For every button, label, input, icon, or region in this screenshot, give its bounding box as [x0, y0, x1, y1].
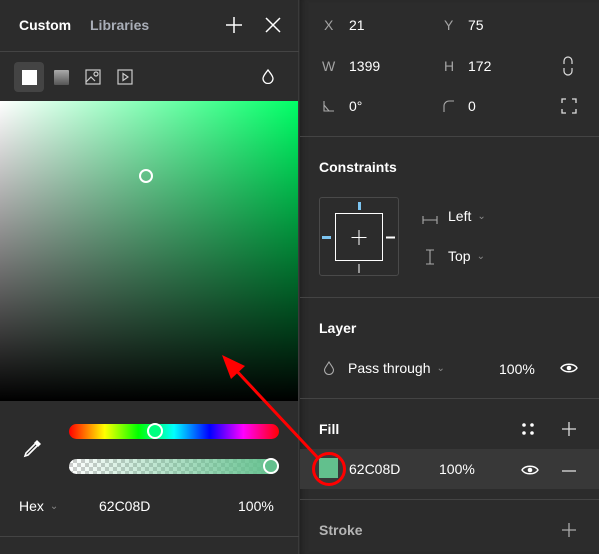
corner-radius-input[interactable]: 0 [468, 98, 476, 114]
fill-color-swatch[interactable] [319, 458, 338, 478]
saturation-brightness-area[interactable] [0, 101, 298, 401]
constraints-widget[interactable] [319, 197, 399, 276]
constraint-left-marker [322, 236, 331, 239]
fill-hex-input[interactable]: 62C08D [349, 461, 400, 477]
hex-input[interactable]: 62C08D [99, 498, 150, 514]
video-paint-icon [117, 69, 133, 85]
eyedropper-icon[interactable] [22, 437, 44, 462]
blend-mode-icon [323, 360, 335, 378]
opacity-input[interactable]: 100% [238, 498, 274, 514]
horizontal-constraint-value: Left [448, 208, 472, 224]
rotation-icon [323, 99, 335, 115]
constraint-bottom-marker [358, 264, 360, 273]
chevron-down-icon: ⌄ [477, 210, 486, 222]
constraints-title: Constraints [319, 159, 397, 175]
chevron-down-icon: ⌄ [476, 250, 485, 262]
add-fill-icon[interactable] [561, 421, 577, 440]
h-label: H [444, 58, 455, 74]
x-label: X [324, 17, 334, 33]
tab-custom[interactable]: Custom [19, 17, 71, 33]
eye-icon[interactable] [560, 361, 578, 377]
y-label: Y [444, 17, 454, 33]
h-input[interactable]: 172 [468, 58, 491, 74]
constraint-right-marker [386, 236, 395, 239]
opacity-slider-handle[interactable] [263, 458, 279, 474]
image-paint-icon [85, 69, 101, 85]
blend-drop-icon[interactable] [261, 68, 275, 87]
w-input[interactable]: 1399 [349, 58, 380, 74]
y-input[interactable]: 75 [468, 17, 484, 33]
divider [0, 51, 299, 52]
corner-radius-icon [443, 99, 455, 115]
fill-title: Fill [319, 421, 340, 437]
color-format-label: Hex [19, 498, 44, 514]
hue-slider-handle[interactable] [147, 423, 164, 439]
blend-mode-value: Pass through [348, 360, 431, 376]
plus-icon[interactable] [223, 14, 245, 36]
style-grid-icon[interactable] [521, 422, 535, 439]
w-label: W [322, 58, 336, 74]
layer-opacity-input[interactable]: 100% [499, 361, 535, 377]
solid-paint-icon [21, 69, 37, 85]
color-picker-handle[interactable] [139, 169, 154, 183]
color-format-dropdown[interactable]: Hex ⌄ [19, 498, 58, 514]
close-icon[interactable] [262, 14, 284, 36]
hue-slider[interactable] [69, 424, 279, 439]
divider [300, 136, 599, 137]
stroke-title: Stroke [319, 522, 363, 538]
divider [300, 297, 599, 298]
vertical-constraint-icon [425, 249, 435, 268]
blend-mode-dropdown[interactable]: Pass through ⌄ [348, 360, 445, 376]
gradient-paint-icon [53, 69, 69, 85]
layer-title: Layer [319, 320, 357, 336]
remove-fill-icon[interactable] [561, 463, 577, 479]
video-paint-button[interactable] [110, 62, 140, 92]
add-stroke-icon[interactable] [561, 522, 577, 541]
vertical-constraint-dropdown[interactable]: Top ⌄ [448, 248, 485, 264]
divider [300, 398, 599, 399]
divider [300, 499, 599, 500]
chevron-down-icon: ⌄ [436, 362, 445, 374]
divider [0, 536, 299, 537]
image-paint-button[interactable] [78, 62, 108, 92]
vertical-constraint-value: Top [448, 248, 471, 264]
independent-corners-icon[interactable] [561, 98, 577, 117]
constraint-top-marker [358, 202, 361, 210]
horizontal-constraint-icon [422, 212, 438, 228]
constrain-proportions-icon[interactable] [563, 56, 573, 79]
chevron-down-icon: ⌄ [49, 500, 59, 512]
opacity-slider[interactable] [69, 459, 279, 474]
tab-libraries[interactable]: Libraries [90, 17, 149, 33]
fill-opacity-input[interactable]: 100% [439, 461, 475, 477]
horizontal-constraint-dropdown[interactable]: Left ⌄ [448, 208, 486, 224]
color-picker-panel: Custom Libraries Hex ⌄ 62C08D 100% [0, 0, 299, 554]
gradient-paint-button[interactable] [46, 62, 76, 92]
rotation-input[interactable]: 0° [349, 98, 362, 114]
fill-visibility-eye-icon[interactable] [521, 463, 539, 479]
x-input[interactable]: 21 [349, 17, 365, 33]
solid-paint-button[interactable] [14, 62, 44, 92]
